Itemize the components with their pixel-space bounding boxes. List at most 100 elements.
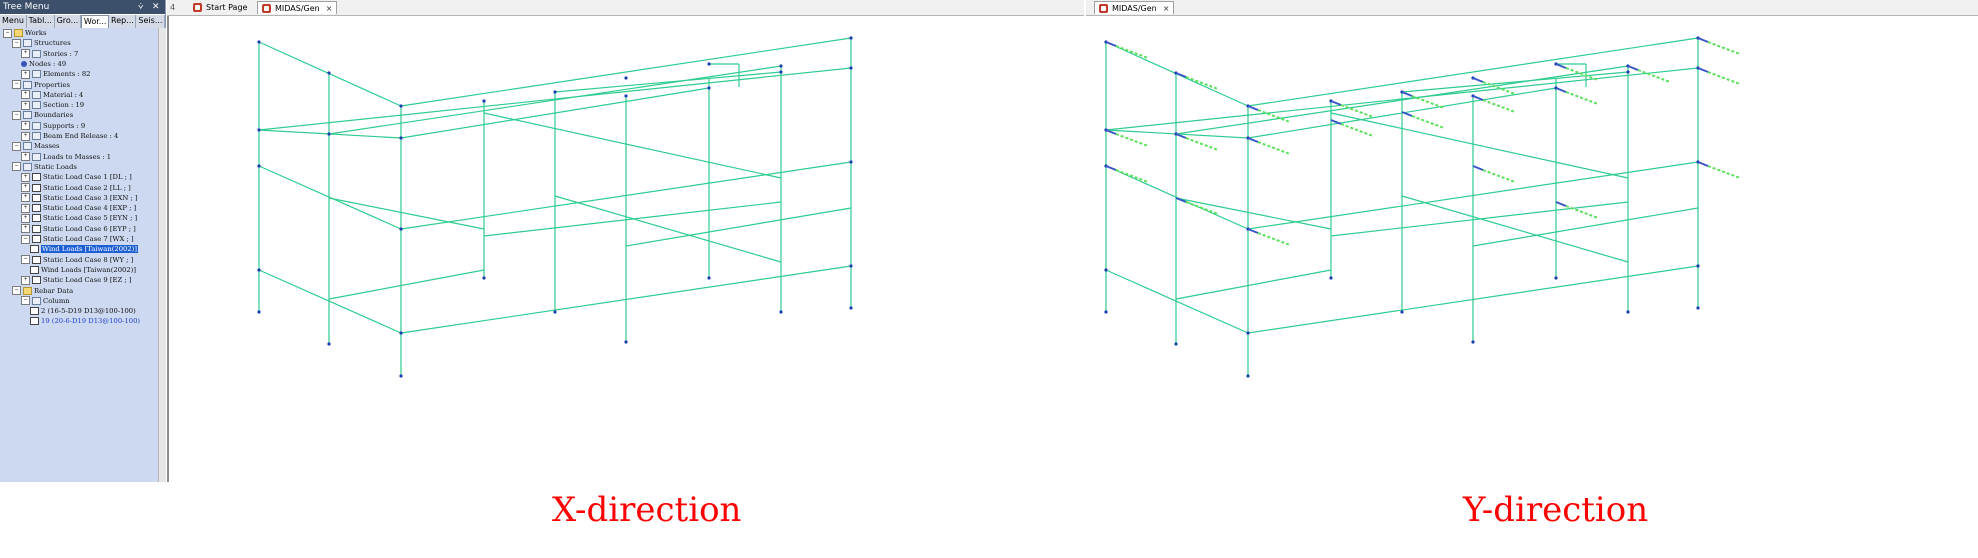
- pin-icon[interactable]: ⩒: [138, 0, 143, 14]
- expand-icon[interactable]: +: [21, 90, 30, 100]
- tree-node[interactable]: + Static Load Case 1 [DL ; ]: [21, 172, 132, 182]
- tree-tab[interactable]: Gro...: [55, 15, 81, 28]
- wind-load-arrow: [1472, 165, 1484, 171]
- node-point: [624, 94, 628, 98]
- expand-icon[interactable]: +: [21, 193, 30, 203]
- tree-node[interactable]: − Static Load Case 7 [WX ; ]: [21, 234, 134, 244]
- expand-icon[interactable]: +: [21, 203, 30, 213]
- tree-node[interactable]: − Properties: [12, 80, 70, 90]
- close-icon[interactable]: ✕: [152, 0, 160, 14]
- node-point: [779, 64, 783, 68]
- tree-node-label: Rebar Data: [34, 286, 74, 295]
- expand-icon[interactable]: +: [21, 152, 30, 162]
- tree-tab[interactable]: Wor...: [80, 15, 109, 28]
- node-point: [1626, 70, 1630, 74]
- material-icon: [32, 90, 41, 99]
- expand-icon[interactable]: +: [21, 49, 30, 59]
- tree-node[interactable]: − Column: [21, 296, 70, 306]
- tree-node[interactable]: − Masses: [12, 141, 60, 151]
- tree-tab[interactable]: Menu: [0, 15, 27, 28]
- tree-node[interactable]: − Static Loads: [12, 162, 77, 172]
- expand-icon[interactable]: +: [21, 131, 30, 141]
- tab-overflow-indicator[interactable]: 4: [170, 1, 175, 14]
- collapse-icon[interactable]: −: [12, 38, 21, 48]
- tree-node[interactable]: 19 (20-6-D19 D13@100-100): [30, 316, 140, 326]
- expand-icon[interactable]: +: [21, 183, 30, 192]
- wind-load-arrow: [1247, 137, 1259, 143]
- close-tab-icon[interactable]: ×: [1163, 4, 1170, 13]
- node-point: [257, 310, 261, 314]
- frame-model-x[interactable]: [169, 16, 1086, 482]
- tree-node[interactable]: − Rebar Data: [12, 286, 73, 296]
- wind-load-value-label: [1115, 169, 1149, 183]
- node-point: [849, 306, 853, 310]
- tab-start-page[interactable]: Start Page: [189, 1, 251, 14]
- expand-icon[interactable]: +: [21, 275, 30, 285]
- collapse-icon[interactable]: −: [12, 286, 21, 295]
- tree-node[interactable]: + Supports : 9: [21, 121, 85, 131]
- tree-node[interactable]: − Structures: [12, 38, 71, 48]
- node-point: [1554, 276, 1558, 280]
- tree-node-label: Masses: [34, 142, 60, 151]
- expand-icon[interactable]: +: [21, 172, 30, 182]
- collapse-icon[interactable]: −: [21, 255, 30, 265]
- tree-node[interactable]: Nodes : 49: [21, 59, 66, 69]
- caption-x-direction: X-direction: [552, 490, 742, 530]
- wind-load-value-label: [1340, 123, 1374, 137]
- tree-node[interactable]: + Section : 19: [21, 100, 84, 110]
- tree-node[interactable]: − Works: [3, 28, 46, 38]
- tree-node[interactable]: + Static Load Case 4 [EXP ; ]: [21, 203, 136, 213]
- tree-node[interactable]: + Loads to Masses : 1: [21, 152, 111, 162]
- tree-node[interactable]: Wind Loads [Taiwan(2002)]: [30, 244, 138, 254]
- collapse-icon[interactable]: −: [3, 28, 12, 38]
- tab-midas-gen-right[interactable]: MIDAS/Gen ×: [1094, 1, 1175, 14]
- tree-node[interactable]: + Static Load Case 5 [EYN ; ]: [21, 213, 137, 223]
- collapse-icon[interactable]: −: [12, 141, 21, 151]
- tree-node[interactable]: + Static Load Case 9 [EZ ; ]: [21, 275, 132, 285]
- tree-node-label: Column: [43, 296, 70, 305]
- tree-node-label: Boundaries: [34, 111, 74, 120]
- collapse-icon[interactable]: −: [21, 296, 30, 306]
- node-point: [399, 136, 403, 140]
- tree-node[interactable]: + Elements : 82: [21, 69, 90, 79]
- tree-tab[interactable]: Rep...: [109, 15, 137, 28]
- expand-icon[interactable]: +: [21, 69, 30, 79]
- tree-node-label: Static Load Case 8 [WY ; ]: [43, 255, 134, 264]
- node-point: [849, 66, 853, 70]
- wind-load-value-label: [1257, 141, 1291, 155]
- expand-icon[interactable]: +: [21, 121, 30, 131]
- collapse-icon[interactable]: −: [12, 162, 21, 172]
- expand-icon[interactable]: +: [21, 100, 30, 110]
- tree-node[interactable]: + Static Load Case 3 [EXN ; ]: [21, 193, 138, 203]
- tree-tab[interactable]: Seis...: [136, 15, 166, 28]
- tree-node[interactable]: − Boundaries: [12, 110, 73, 120]
- node-point: [849, 36, 853, 40]
- expand-icon[interactable]: +: [21, 213, 30, 223]
- node-point: [707, 86, 711, 90]
- tree-node[interactable]: Wind Loads [Taiwan(2002)]: [30, 265, 136, 275]
- tree-node[interactable]: + Static Load Case 2 [LL ; ]: [21, 183, 131, 193]
- node-point: [553, 310, 557, 314]
- tree-node[interactable]: + Static Load Case 6 [EYP ; ]: [21, 224, 136, 234]
- model-view-y-direction[interactable]: [1086, 16, 1978, 482]
- wind-load-value-label: [1482, 169, 1516, 183]
- collapse-icon[interactable]: −: [21, 234, 30, 244]
- tree-node[interactable]: + Material : 4: [21, 90, 83, 100]
- tree-tab[interactable]: Tabl...: [27, 15, 55, 28]
- node-point: [1471, 340, 1475, 344]
- tab-midas-gen-left[interactable]: MIDAS/Gen ×: [257, 1, 338, 14]
- expand-icon[interactable]: +: [21, 224, 30, 234]
- tree-node[interactable]: + Beam End Release : 4: [21, 131, 118, 141]
- wind-load-arrow: [1697, 37, 1709, 43]
- close-tab-icon[interactable]: ×: [326, 4, 333, 13]
- collapse-icon[interactable]: −: [12, 80, 21, 89]
- tree-node[interactable]: − Static Load Case 8 [WY ; ]: [21, 255, 133, 265]
- section-icon: [32, 101, 41, 110]
- tree-scrollbar[interactable]: [158, 28, 166, 482]
- tree-node[interactable]: + Stories : 7: [21, 49, 78, 59]
- collapse-icon[interactable]: −: [12, 110, 21, 120]
- model-view-x-direction[interactable]: [167, 16, 1086, 482]
- frame-model-y[interactable]: [1086, 16, 1978, 482]
- tree-node[interactable]: 2 (16-5-D19 D13@100-100): [30, 306, 136, 316]
- beam-member: [554, 71, 782, 93]
